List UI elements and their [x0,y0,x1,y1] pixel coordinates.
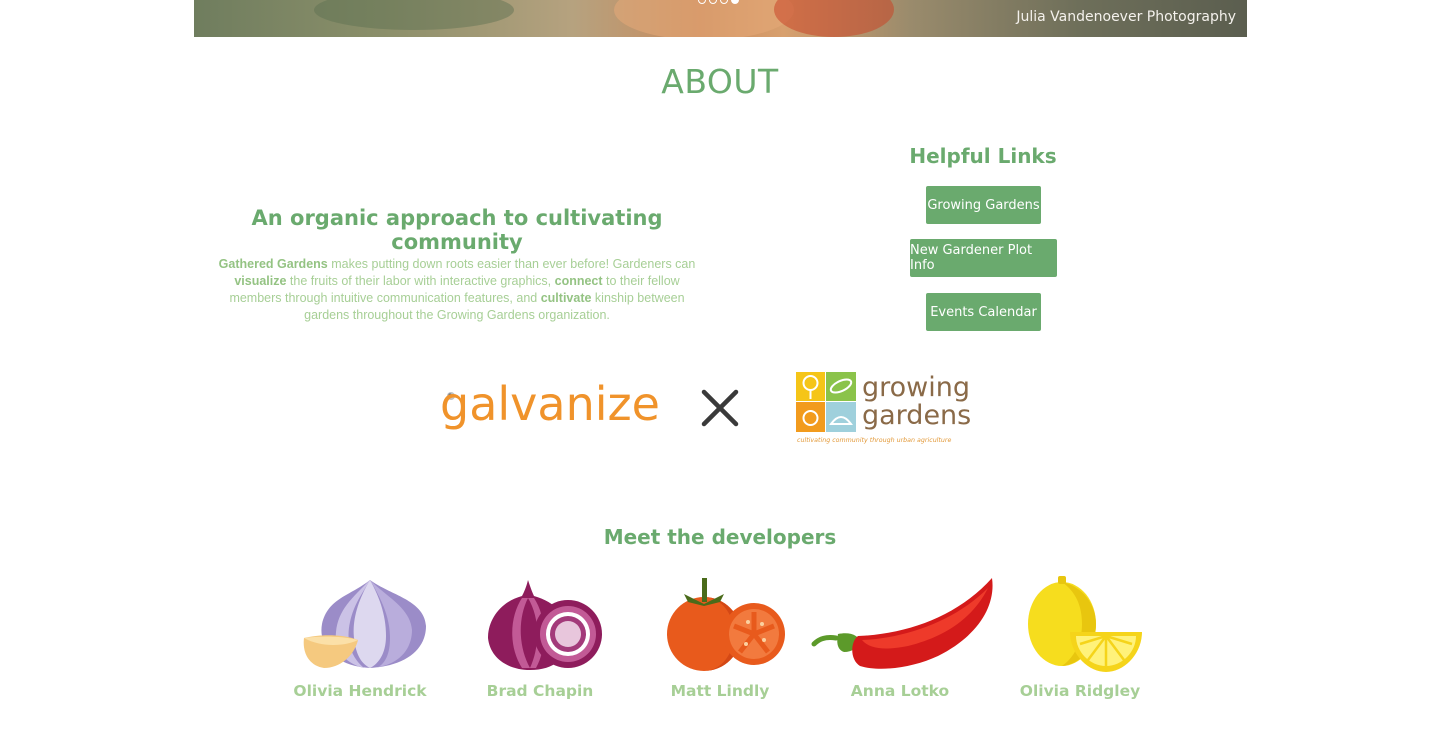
hero-photo-shade [614,0,794,37]
carousel-dot[interactable] [698,0,706,4]
gardens-wordmark: gardens [862,400,971,431]
developer-card[interactable]: Matt Lindly [630,576,810,706]
description-text: the fruits of their labor with interacti… [286,274,555,288]
developer-card[interactable]: Olivia Hendrick [270,576,450,706]
developer-card[interactable]: Olivia Ridgley [990,576,1170,706]
lemon-icon [1028,576,1142,672]
photo-credit: Julia Vandenoever Photography [1016,9,1236,25]
growing-gardens-logo: growing gardens cultivating community th… [796,372,971,444]
carousel-dot[interactable] [709,0,717,4]
times-icon [701,389,739,427]
brand-name: Gathered Gardens [218,257,328,271]
growing-gardens-link-button[interactable]: Growing Gardens [926,186,1041,224]
developer-card[interactable]: Brad Chapin [450,576,630,706]
red-onion-icon [488,580,602,670]
description-text: makes putting down roots easier than eve… [327,257,696,271]
carousel-indicators [698,0,739,4]
about-tagline: An organic approach to cultivating commu… [251,206,663,254]
about-heading: ABOUT [661,62,779,101]
hero-photo-shade [314,0,514,30]
growing-wordmark: growing [862,372,970,403]
about-description: Gathered Gardens makes putting down root… [214,256,700,324]
emphasis-visualize: visualize [234,274,287,288]
helpful-links-heading: Helpful Links [909,144,1057,168]
developer-card[interactable]: Anna Lotko [810,576,993,706]
developer-name: Olivia Hendrick [293,682,427,700]
emphasis-connect: connect [554,274,603,288]
galvanize-wordmark: galvanize [440,377,660,431]
chili-pepper-icon [811,578,993,669]
developer-name: Matt Lindly [670,682,770,700]
hero-banner: Julia Vandenoever Photography [194,0,1247,37]
tomato-icon [667,578,785,671]
developer-name: Olivia Ridgley [1019,682,1141,700]
growing-gardens-tagline: cultivating community through urban agri… [797,436,951,444]
developers-heading: Meet the developers [603,525,837,549]
events-calendar-button[interactable]: Events Calendar [926,293,1041,331]
emphasis-cultivate: cultivate [540,291,592,305]
carousel-dot-active[interactable] [731,0,739,4]
developer-name: Anna Lotko [850,682,950,700]
galvanize-logo: galvanize [440,377,660,431]
garlic-icon [303,580,426,668]
hero-photo-shade [774,0,894,37]
new-gardener-plot-info-button[interactable]: New Gardener Plot Info [910,239,1057,277]
developer-name: Brad Chapin [486,682,594,700]
carousel-dot[interactable] [720,0,728,4]
